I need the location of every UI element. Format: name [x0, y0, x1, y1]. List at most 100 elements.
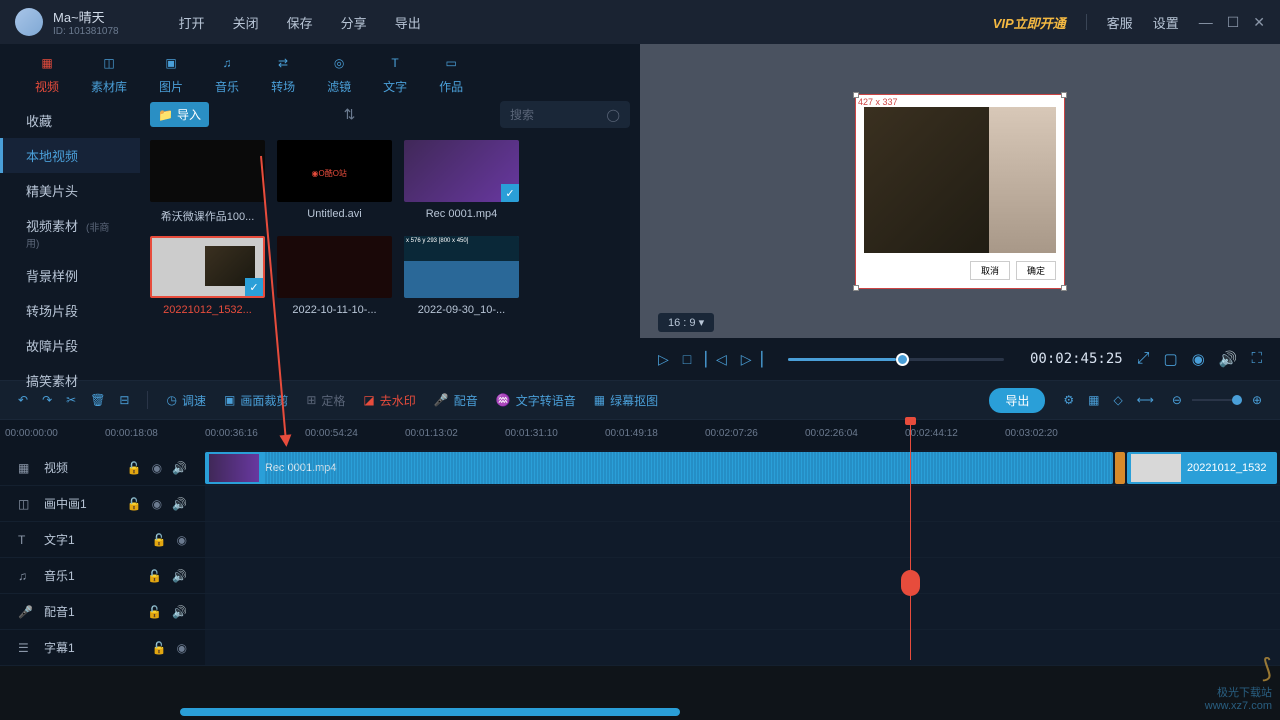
vip-link[interactable]: VIP立即开通 — [993, 13, 1066, 32]
lock-icon[interactable]: 🔓 — [152, 533, 167, 547]
redo-icon[interactable]: ↷ — [42, 393, 52, 407]
customer-service[interactable]: 客服 — [1107, 13, 1133, 32]
delete-icon[interactable]: 🗑 — [90, 393, 105, 407]
dub-button[interactable]: 🎤配音 — [434, 392, 478, 409]
tab-filter[interactable]: ◎滤镜 — [327, 52, 351, 95]
tab-transition[interactable]: ⇄转场 — [271, 52, 295, 95]
freeze-button[interactable]: ⊞定格 — [306, 392, 345, 409]
audio-icon[interactable]: 🔊 — [172, 569, 187, 583]
timeline-ruler[interactable]: 00:00:00:00 00:00:18:08 00:00:36:16 00:0… — [0, 420, 1280, 450]
settings-link[interactable]: 设置 — [1153, 13, 1179, 32]
timeline-scrollbar[interactable] — [180, 708, 680, 716]
tab-works[interactable]: ▭作品 — [439, 52, 463, 95]
sidebar-item-video-assets[interactable]: 视频素材(非商用) — [0, 208, 140, 258]
sidebar-item-favorites[interactable]: 收藏 — [0, 103, 140, 138]
track-content[interactable] — [205, 486, 1280, 521]
media-thumb[interactable]: x 576 y 293 [800 x 450]2022-09-30_10-... — [404, 236, 519, 316]
search-input[interactable]: 搜索◯ — [500, 101, 630, 128]
menu-save[interactable]: 保存 — [287, 13, 313, 32]
expand-icon[interactable]: ⤢ — [1137, 350, 1150, 368]
resize-handle[interactable] — [853, 92, 859, 98]
sidebar-item-glitch[interactable]: 故障片段 — [0, 328, 140, 363]
sort-icon[interactable]: ⇅ — [344, 106, 356, 123]
record-marker[interactable] — [901, 570, 920, 596]
tts-button[interactable]: ♒文字转语音 — [496, 392, 576, 409]
lock-icon[interactable]: 🔓 — [127, 461, 142, 475]
eye-icon[interactable]: ◉ — [152, 497, 162, 511]
track-content[interactable] — [205, 594, 1280, 629]
track-content[interactable] — [205, 630, 1280, 665]
undo-icon[interactable]: ↶ — [18, 393, 28, 407]
shield-icon[interactable]: ◇ — [1113, 393, 1122, 407]
split-icon[interactable]: ⊟ — [119, 393, 129, 407]
menu-share[interactable]: 分享 — [341, 13, 367, 32]
tab-text[interactable]: T文字 — [383, 52, 407, 95]
eye-icon[interactable]: ◉ — [177, 533, 187, 547]
preview-frame[interactable]: 427 x 337 取消 确定 — [855, 94, 1065, 289]
zoom-out-icon[interactable]: ⊖ — [1172, 393, 1182, 407]
avatar[interactable] — [15, 8, 43, 36]
zoom-thumb[interactable] — [1232, 395, 1242, 405]
eye-icon[interactable]: ◉ — [152, 461, 162, 475]
progress-bar[interactable] — [788, 358, 1004, 361]
zoom-slider[interactable] — [1192, 399, 1242, 401]
watermark-button[interactable]: ◪去水印 — [363, 392, 415, 409]
tab-library[interactable]: ◫素材库 — [91, 52, 127, 95]
audio-icon[interactable]: 🔊 — [172, 497, 187, 511]
playhead[interactable] — [910, 420, 911, 660]
fit-icon[interactable]: ⟷ — [1137, 393, 1154, 407]
sidebar-item-transitions[interactable]: 转场片段 — [0, 293, 140, 328]
playhead-handle[interactable] — [905, 417, 916, 425]
sidebar-item-intro[interactable]: 精美片头 — [0, 173, 140, 208]
audio-icon[interactable]: 🔊 — [172, 461, 187, 475]
zoom-in-icon[interactable]: ⊕ — [1252, 393, 1262, 407]
cut-icon[interactable]: ✂ — [66, 393, 76, 407]
chroma-button[interactable]: ▦绿幕抠图 — [594, 392, 658, 409]
gear-icon[interactable]: ⚙ — [1063, 393, 1074, 407]
sidebar-item-local-video[interactable]: 本地视频 — [0, 138, 140, 173]
media-thumb[interactable]: 希沃微课作品100... — [150, 140, 265, 224]
cancel-button[interactable]: 取消 — [970, 261, 1010, 280]
minimize-icon[interactable]: — — [1199, 14, 1213, 31]
track-content[interactable] — [205, 558, 1280, 593]
camera-icon[interactable]: ◉ — [1192, 350, 1205, 368]
fullscreen-icon[interactable]: ⛶ — [1251, 350, 1262, 368]
confirm-button[interactable]: 确定 — [1016, 261, 1056, 280]
lock-icon[interactable]: 🔓 — [127, 497, 142, 511]
preview-canvas[interactable]: 427 x 337 取消 确定 — [640, 44, 1280, 338]
tab-image[interactable]: ▣图片 — [159, 52, 183, 95]
resize-handle[interactable] — [1061, 92, 1067, 98]
volume-icon[interactable]: 🔊 — [1219, 350, 1238, 368]
resize-handle[interactable] — [853, 285, 859, 291]
crop-button[interactable]: ▣画面裁剪 — [224, 392, 288, 409]
close-icon[interactable]: ✕ — [1253, 14, 1265, 31]
lock-icon[interactable]: 🔓 — [152, 641, 167, 655]
import-button[interactable]: 📁导入 — [150, 102, 209, 127]
play-icon[interactable]: ▷ — [658, 351, 669, 368]
lock-icon[interactable]: 🔓 — [147, 569, 162, 583]
tab-music[interactable]: ♫音乐 — [215, 52, 239, 95]
speed-button[interactable]: ◷调速 — [166, 392, 206, 409]
video-clip[interactable]: 20221012_1532 — [1127, 452, 1277, 484]
lock-icon[interactable]: 🔓 — [147, 605, 162, 619]
menu-export[interactable]: 导出 — [395, 13, 421, 32]
menu-open[interactable]: 打开 — [179, 13, 205, 32]
track-content[interactable] — [205, 522, 1280, 557]
media-thumb[interactable]: ✓20221012_1532... — [150, 236, 265, 316]
audio-icon[interactable]: 🔊 — [172, 605, 187, 619]
media-thumb[interactable]: ✓Rec 0001.mp4 — [404, 140, 519, 224]
screen-icon[interactable]: ▢ — [1164, 350, 1178, 368]
sidebar-item-backgrounds[interactable]: 背景样例 — [0, 258, 140, 293]
prev-icon[interactable]: ▏◁ — [705, 351, 727, 368]
resize-handle[interactable] — [1061, 285, 1067, 291]
maximize-icon[interactable]: ☐ — [1227, 14, 1240, 31]
menu-close[interactable]: 关闭 — [233, 13, 259, 32]
eye-icon[interactable]: ◉ — [177, 641, 187, 655]
tab-video[interactable]: ▦视频 — [35, 52, 59, 95]
media-thumb[interactable]: ◉O酷O站Untitled.avi — [277, 140, 392, 224]
progress-thumb[interactable] — [896, 353, 909, 366]
next-icon[interactable]: ▷▕ — [741, 351, 763, 368]
media-thumb[interactable]: 2022-10-11-10-... — [277, 236, 392, 316]
video-clip[interactable]: Rec 0001.mp4 — [205, 452, 1113, 484]
stop-icon[interactable]: □ — [683, 351, 691, 368]
